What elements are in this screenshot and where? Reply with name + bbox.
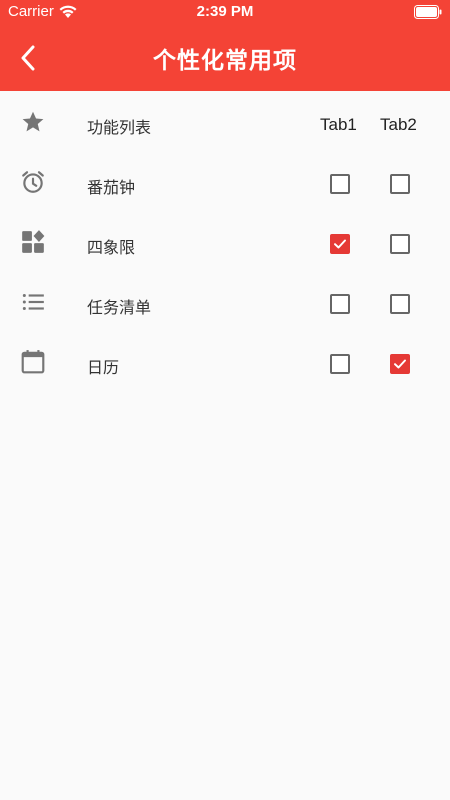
tab1-checkbox[interactable] (330, 294, 350, 314)
header-label: 功能列表 (87, 118, 152, 137)
tab1-column-header: Tab1 (320, 115, 357, 134)
tab1-checkbox[interactable] (330, 174, 350, 194)
list-item-pomodoro: 番茄钟 (0, 151, 450, 211)
list-item-quadrant: 四象限 (0, 211, 450, 271)
function-list: 功能列表 Tab1 Tab2 番茄钟 四象限 任务清单 日历 (0, 91, 450, 391)
calendar-icon (20, 349, 46, 375)
list-item-task-list: 任务清单 (0, 271, 450, 331)
status-time: 2:39 PM (196, 3, 254, 20)
star-icon (20, 109, 46, 135)
tab2-column-header: Tab2 (380, 115, 417, 134)
tab1-checkbox[interactable] (330, 354, 350, 374)
list-item-calendar: 日历 (0, 331, 450, 391)
list-item-label: 四象限 (87, 238, 136, 257)
alarm-clock-icon (20, 169, 46, 195)
tab2-checkbox[interactable] (390, 354, 410, 374)
tab1-checkbox[interactable] (330, 234, 350, 254)
checkmark-icon (334, 239, 346, 249)
tab2-checkbox[interactable] (390, 294, 410, 314)
status-bar: Carrier 2:39 PM (0, 0, 450, 24)
widgets-icon (20, 229, 46, 255)
tab2-checkbox[interactable] (390, 174, 410, 194)
app-bar: 个性化常用项 (0, 24, 450, 91)
page-title: 个性化常用项 (153, 48, 297, 74)
checkmark-icon (394, 359, 406, 369)
list-item-label: 番茄钟 (87, 178, 136, 197)
tab2-checkbox[interactable] (390, 234, 410, 254)
list-item-label: 任务清单 (87, 298, 152, 317)
battery-icon (414, 4, 442, 19)
header-row: 功能列表 Tab1 Tab2 (0, 91, 450, 151)
list-item-label: 日历 (87, 358, 120, 377)
list-icon (20, 289, 46, 315)
